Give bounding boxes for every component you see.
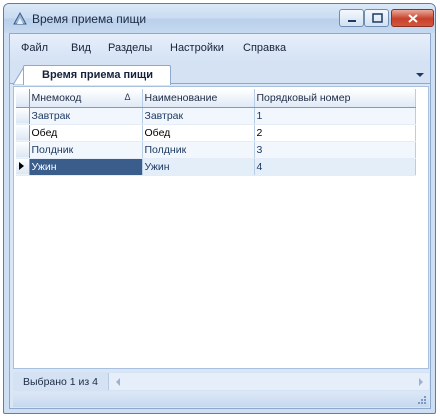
row-indicator[interactable] — [16, 107, 30, 125]
window-title: Время приема пищи — [32, 12, 147, 26]
column-header-label: Мнемокод — [31, 91, 82, 104]
menu-help[interactable]: Справка — [243, 42, 286, 54]
cell-mnemocode[interactable]: Полдник — [29, 141, 143, 159]
table-row[interactable]: Завтрак Завтрак 1 — [16, 107, 416, 125]
column-header-name[interactable]: Наименование — [142, 89, 255, 108]
horizontal-scrollbar[interactable] — [108, 373, 429, 390]
cell-order-number[interactable]: 4 — [254, 158, 416, 176]
minimize-icon — [348, 20, 356, 22]
cell-name[interactable]: Завтрак — [142, 107, 255, 125]
maximize-button[interactable] — [364, 9, 389, 27]
app-window: Время приема пищи Файл Вид Разделы Настр… — [3, 3, 436, 414]
bottom-bar — [13, 393, 429, 407]
status-bar: Выбрано 1 из 4 — [13, 372, 429, 391]
row-indicator-header[interactable] — [16, 89, 30, 108]
main-frame: Файл Вид Разделы Настройки Справка Время… — [9, 33, 431, 409]
close-icon — [408, 14, 418, 23]
cell-order-number[interactable]: 2 — [254, 124, 416, 142]
cell-mnemocode[interactable]: Обед — [29, 124, 143, 142]
selection-count: Выбрано 1 из 4 — [23, 376, 98, 388]
cell-name[interactable]: Обед — [142, 124, 255, 142]
row-indicator[interactable] — [16, 158, 30, 176]
row-indicator[interactable] — [16, 141, 30, 159]
scroll-right-icon[interactable] — [419, 378, 423, 386]
cell-name[interactable]: Ужин — [142, 158, 255, 176]
column-header-mnemocode[interactable]: Мнемокод Δ — [29, 89, 143, 108]
row-indicator[interactable] — [16, 124, 30, 142]
menu-file[interactable]: Файл — [21, 42, 48, 54]
grid-header-row: Мнемокод Δ Наименование Порядковый номер — [16, 89, 416, 108]
cell-order-number[interactable]: 3 — [254, 141, 416, 159]
menu-bar: Файл Вид Разделы Настройки Справка — [10, 34, 430, 60]
scroll-left-icon[interactable] — [116, 378, 120, 386]
cell-mnemocode[interactable]: Ужин — [29, 158, 143, 176]
close-button[interactable] — [391, 9, 434, 27]
current-row-pointer-icon — [19, 161, 24, 170]
restore-icon — [372, 13, 383, 23]
menu-view[interactable]: Вид — [71, 42, 91, 54]
table-row[interactable]: Обед Обед 2 — [16, 124, 416, 142]
data-grid: Мнемокод Δ Наименование Порядковый номер … — [13, 86, 429, 369]
sort-ascending-icon: Δ — [124, 92, 131, 102]
cell-name[interactable]: Полдник — [142, 141, 255, 159]
title-bar[interactable]: Время приема пищи — [4, 4, 435, 33]
minimize-button[interactable] — [339, 9, 364, 27]
app-icon — [12, 11, 28, 27]
cell-mnemocode[interactable]: Завтрак — [29, 107, 143, 125]
tab-meal-time[interactable]: Время приема пищи — [23, 65, 171, 85]
column-header-order-number[interactable]: Порядковый номер — [254, 89, 416, 108]
menu-sections[interactable]: Разделы — [108, 42, 152, 54]
table-row-selected[interactable]: Ужин Ужин 4 — [16, 158, 416, 176]
tab-list-dropdown-icon[interactable] — [416, 73, 424, 77]
menu-settings[interactable]: Настройки — [170, 42, 224, 54]
table-row[interactable]: Полдник Полдник 3 — [16, 141, 416, 159]
cell-order-number[interactable]: 1 — [254, 107, 416, 125]
tab-strip: Время приема пищи — [10, 60, 430, 85]
resize-grip-icon[interactable] — [417, 395, 427, 405]
